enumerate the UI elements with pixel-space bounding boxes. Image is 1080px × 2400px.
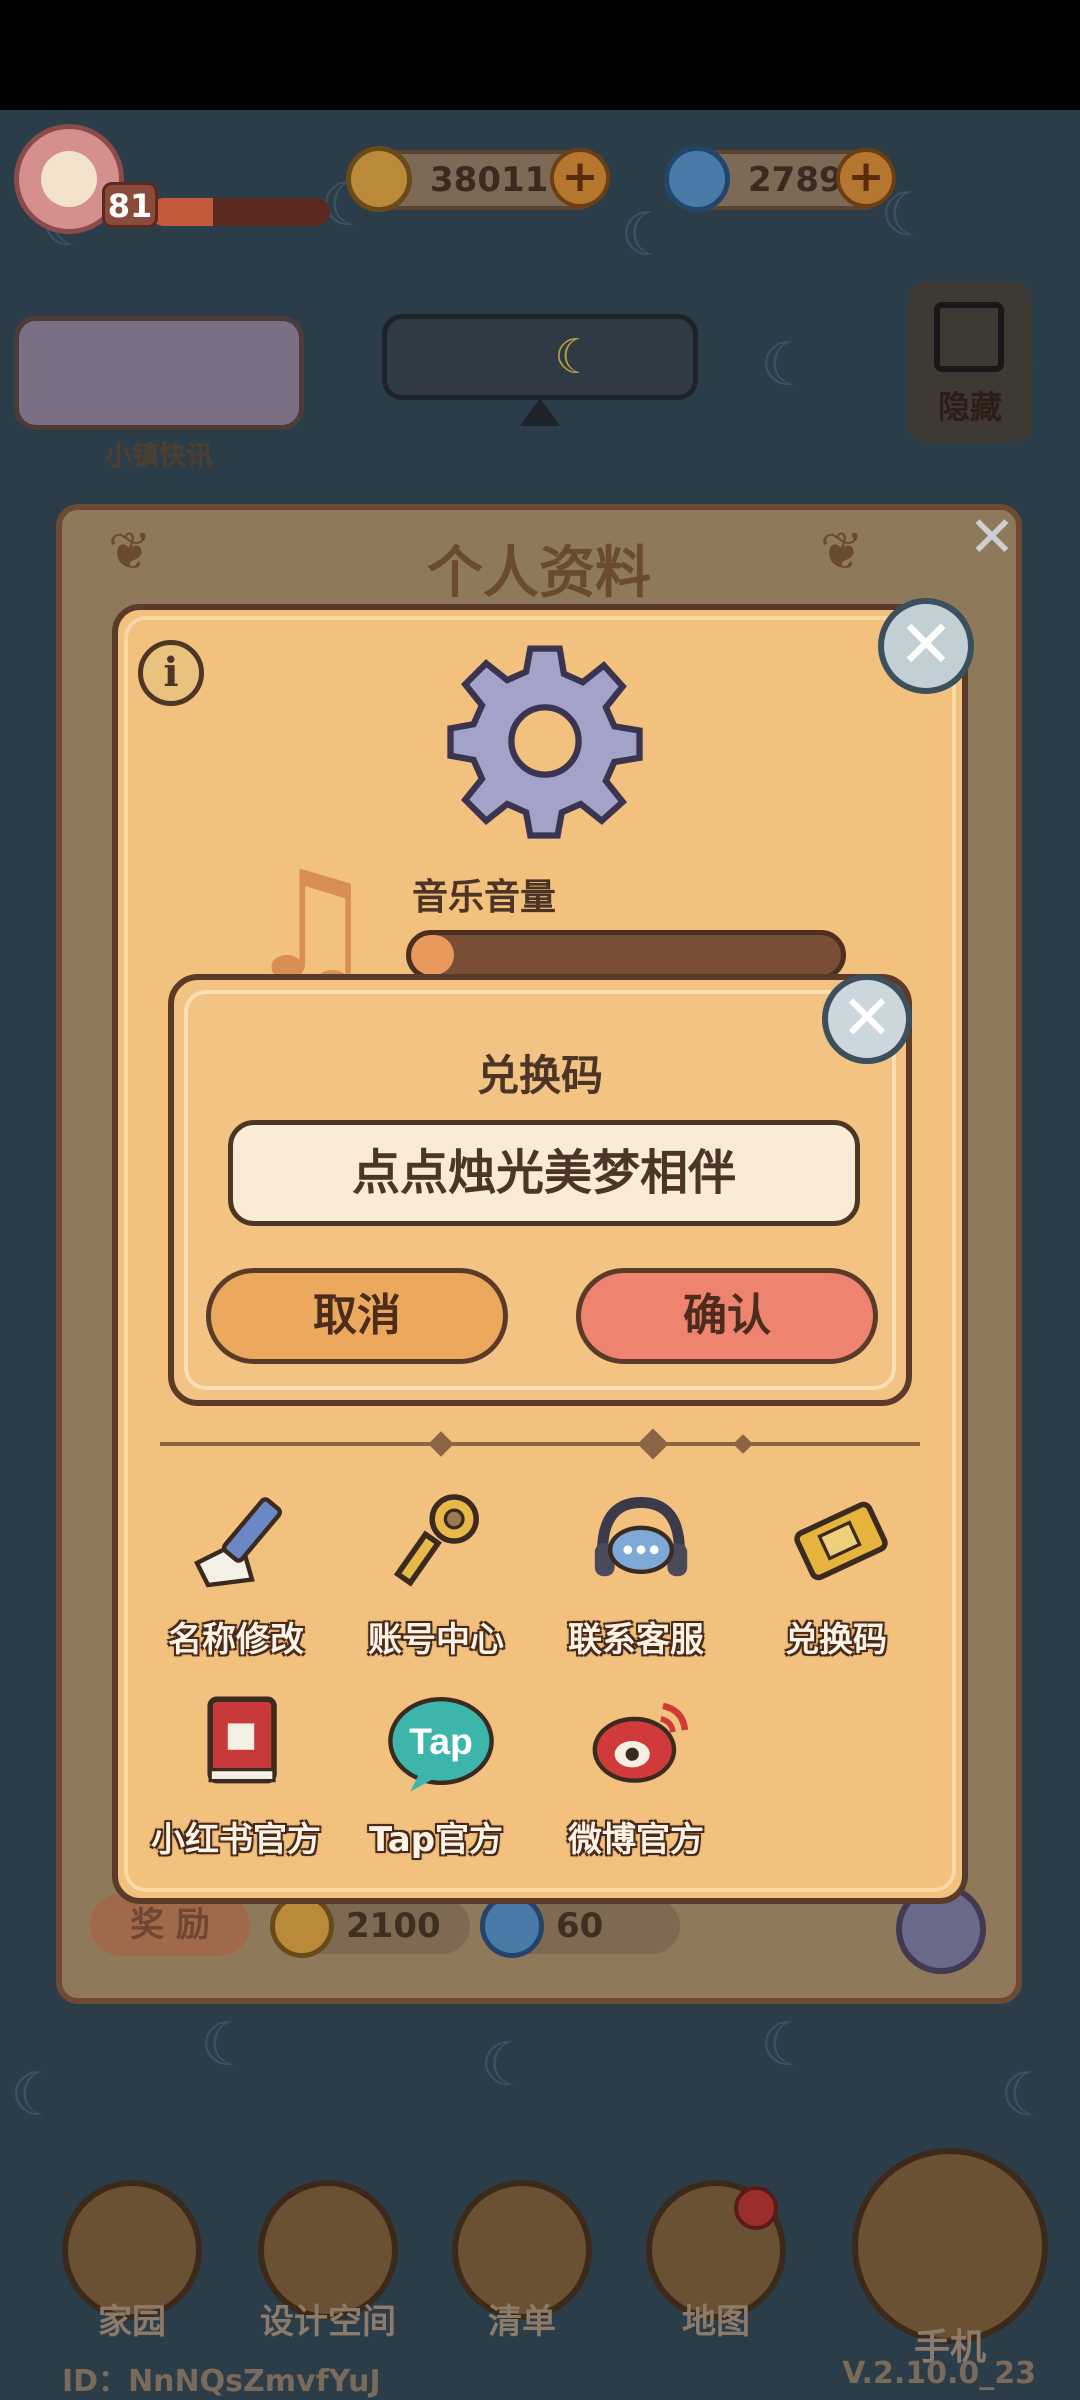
town-news-label: 小镇快讯 <box>105 441 213 472</box>
phone-icon[interactable] <box>852 2148 1048 2344</box>
notification-dot <box>734 2186 778 2230</box>
status-bar <box>0 0 1080 110</box>
svg-text:Tap: Tap <box>409 1720 473 1762</box>
confirm-button[interactable]: 确认 <box>576 1268 878 1364</box>
redeem-dialog: 兑换码 点点烛光美梦相伴 取消 确认 <box>168 974 912 1406</box>
volume-label: 音乐音量 <box>412 877 557 918</box>
hide-button[interactable]: 隐藏 <box>908 282 1032 442</box>
redeem-code-button[interactable]: 兑换码 <box>736 1476 936 1660</box>
xiaohongshu-button[interactable]: 小红书官方 <box>136 1676 336 1860</box>
nav-checklist-label: 清单 <box>488 2302 556 2342</box>
rename-button[interactable]: 名称修改 <box>136 1476 336 1660</box>
redeem-title: 兑换码 <box>476 1051 603 1100</box>
xp-bar <box>150 198 330 226</box>
divider <box>160 1442 920 1446</box>
account-center-button[interactable]: 账号中心 <box>336 1476 536 1660</box>
reward-coins: 2100 <box>270 1894 470 1958</box>
redeem-code-label: 兑换码 <box>785 1620 887 1660</box>
tap-official-button[interactable]: Tap Tap官方 <box>336 1676 536 1860</box>
ticket-icon <box>794 1501 888 1581</box>
tap-bubble-icon: Tap <box>388 1697 494 1792</box>
nav-design-space[interactable]: 设计空间 <box>258 2180 398 2342</box>
nav-home[interactable]: 家园 <box>62 2180 202 2342</box>
pencil-icon <box>194 1497 283 1588</box>
red-book-icon <box>207 1696 277 1784</box>
avatar-face <box>41 151 97 207</box>
add-coins-button[interactable]: + <box>550 148 610 208</box>
profile-close-icon[interactable]: ✕ <box>962 508 1022 568</box>
reward-gems-value: 60 <box>556 1906 604 1946</box>
profile-title: 个人资料 <box>427 541 651 606</box>
moon-pattern-icon: ☾ <box>200 2010 254 2080</box>
coin-icon <box>346 146 412 212</box>
customer-service-button[interactable]: 联系客服 <box>536 1476 736 1660</box>
reward-gems: 60 <box>480 1894 680 1958</box>
info-icon[interactable]: i <box>138 640 204 706</box>
volume-fill <box>411 935 454 975</box>
crescent-moon-icon: ☾ <box>553 329 597 385</box>
moon-pattern-icon: ☾ <box>10 2060 64 2130</box>
redeem-close-icon[interactable]: ✕ <box>822 974 912 1064</box>
version-label: V.2.10.0_23 <box>842 2356 1036 2391</box>
music-volume-slider[interactable] <box>406 930 846 980</box>
weather-pointer <box>520 398 560 426</box>
redeem-code-input[interactable]: 点点烛光美梦相伴 <box>228 1120 860 1226</box>
swirl-gem-icon <box>664 146 730 212</box>
xp-fill <box>150 198 213 226</box>
nav-checklist[interactable]: 清单 <box>452 2180 592 2342</box>
headset-icon <box>594 1496 688 1577</box>
gem-value: 2789 <box>748 160 843 200</box>
level-badge: 81 <box>102 182 158 228</box>
weibo-icon <box>592 1702 689 1783</box>
nav-map-label: 地图 <box>682 2302 750 2342</box>
gem-counter: 2789 + <box>664 146 896 212</box>
moon-pattern-icon: ☾ <box>760 2010 814 2080</box>
reward-coins-value: 2100 <box>346 1906 441 1946</box>
fullscreen-icon <box>934 302 1004 372</box>
moon-pattern-icon: ☾ <box>1000 2060 1054 2130</box>
coin-counter: 38011 + <box>346 146 610 212</box>
player-id: ID：NnNQsZmvfYuJ <box>62 2364 381 2399</box>
nav-design-space-label: 设计空间 <box>260 2302 396 2342</box>
cancel-button[interactable]: 取消 <box>206 1268 508 1364</box>
coin-value: 38011 <box>430 160 549 200</box>
weibo-label: 微博官方 <box>568 1820 704 1860</box>
moon-pattern-icon: ☾ <box>480 2030 534 2100</box>
key-icon <box>393 1494 479 1587</box>
night-weather-widget[interactable]: ☾ <box>382 314 698 400</box>
add-gems-button[interactable]: + <box>836 148 896 208</box>
settings-close-icon[interactable]: ✕ <box>878 598 974 694</box>
weibo-button[interactable]: 微博官方 <box>536 1676 736 1860</box>
nav-home-label: 家园 <box>98 2302 166 2342</box>
moon-pattern-icon: ☾ <box>760 330 814 400</box>
town-news-card[interactable] <box>14 316 304 430</box>
hide-label: 隐藏 <box>937 388 1002 426</box>
moon-pattern-icon: ☾ <box>620 200 674 270</box>
settings-gear-icon <box>447 645 643 839</box>
